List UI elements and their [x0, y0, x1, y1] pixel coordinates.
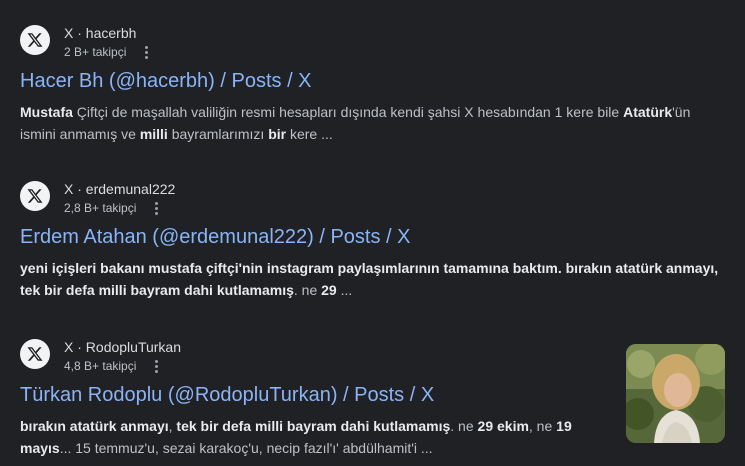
snippet-highlight: 29	[321, 282, 337, 298]
snippet-text: kere ...	[286, 126, 333, 142]
snippet-highlight: bırakın atatürk anmayı	[20, 418, 169, 434]
more-vert-icon[interactable]	[148, 357, 164, 375]
more-vert-icon[interactable]	[138, 43, 154, 61]
site-name: X	[64, 25, 74, 41]
snippet-highlight: 29 ekim	[477, 418, 529, 434]
snippet-highlight: milli	[139, 126, 168, 142]
snippet-highlight: Atatürk	[623, 104, 673, 120]
profile-photo-image	[626, 344, 725, 443]
snippet-text: bayramlarımızı	[167, 126, 269, 142]
snippet-highlight: bir	[268, 126, 287, 142]
result-title-link[interactable]: Erdem Atahan (@erdemunal222) / Posts / X	[20, 224, 720, 250]
more-vert-icon[interactable]	[148, 199, 164, 217]
snippet-highlight: tek bir defa milli bayram dahi kutlamamı…	[176, 418, 451, 434]
separator: ·	[73, 25, 86, 41]
separator: ·	[73, 181, 86, 197]
search-result: X · erdemunal222 2,8 B+ takipçi Erdem At…	[20, 180, 720, 301]
site-handle: RodopluTurkan	[85, 339, 182, 355]
search-result: X · RodopluTurkan 4,8 B+ takipçi Türkan …	[20, 338, 610, 459]
snippet-highlight: Mustafa	[20, 104, 73, 120]
snippet-text: . ne	[450, 418, 478, 434]
source-line: X · erdemunal222	[64, 180, 175, 198]
search-result: X · hacerbh 2 B+ takipçi Hacer Bh (@hace…	[20, 24, 720, 145]
follower-count: 2 B+ takipçi	[64, 45, 127, 59]
separator: ·	[73, 339, 86, 355]
result-title-link[interactable]: Türkan Rodoplu (@RodopluTurkan) / Posts …	[20, 382, 610, 408]
site-handle: hacerbh	[85, 25, 137, 41]
x-logo-icon	[20, 181, 50, 211]
result-snippet: Mustafa Çiftçi de maşallah valiliğin res…	[20, 101, 720, 145]
result-thumbnail[interactable]	[626, 344, 725, 443]
result-source[interactable]: X · erdemunal222 2,8 B+ takipçi	[20, 180, 720, 220]
source-line: X · hacerbh	[64, 24, 154, 42]
snippet-text: ...	[336, 282, 353, 298]
result-source[interactable]: X · hacerbh 2 B+ takipçi	[20, 24, 720, 64]
snippet-text: , ne	[528, 418, 557, 434]
x-logo-icon	[20, 339, 50, 369]
site-name: X	[64, 339, 74, 355]
snippet-text: Çiftçi de maşallah valiliğin resmi hesap…	[72, 104, 624, 120]
result-source[interactable]: X · RodopluTurkan 4,8 B+ takipçi	[20, 338, 610, 378]
site-name: X	[64, 181, 74, 197]
follower-count: 4,8 B+ takipçi	[64, 359, 137, 373]
site-handle: erdemunal222	[85, 181, 176, 197]
x-logo-icon	[20, 25, 50, 55]
snippet-highlight: yeni içişleri bakanı mustafa çiftçi'nin …	[20, 260, 719, 298]
snippet-text: . ne	[293, 282, 322, 298]
source-line: X · RodopluTurkan	[64, 338, 181, 356]
result-snippet: yeni içişleri bakanı mustafa çiftçi'nin …	[20, 257, 720, 301]
snippet-text: ... 15 temmuz'u, sezai karakoç'u, necip …	[59, 440, 433, 456]
follower-count: 2,8 B+ takipçi	[64, 201, 137, 215]
result-snippet: bırakın atatürk anmayı, tek bir defa mil…	[20, 415, 610, 459]
result-title-link[interactable]: Hacer Bh (@hacerbh) / Posts / X	[20, 68, 720, 94]
